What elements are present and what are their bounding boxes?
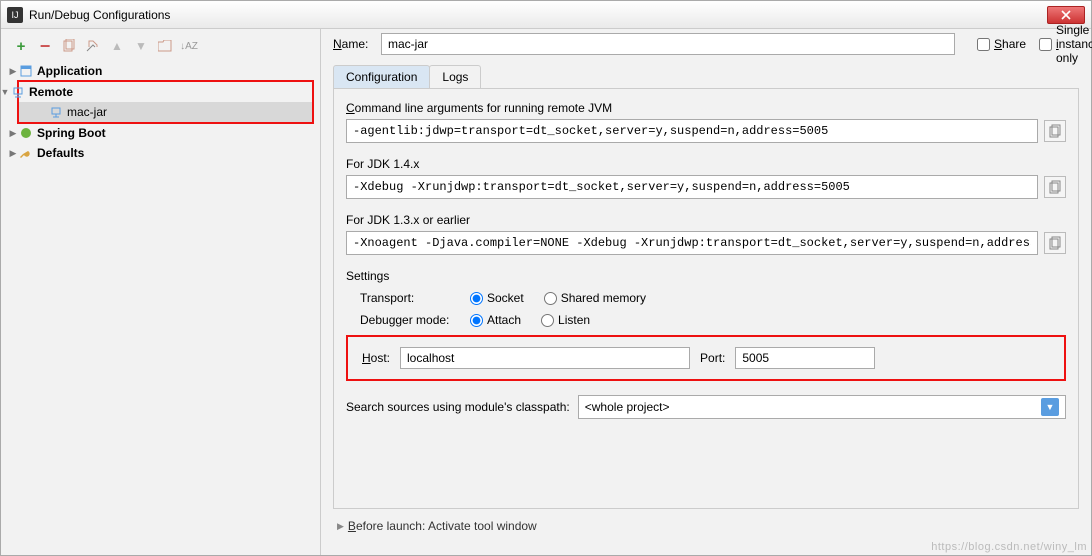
move-up-button[interactable]: ▲: [109, 38, 125, 54]
application-icon: [19, 64, 33, 78]
before-launch-section[interactable]: ▶ Before launch: Activate tool window: [333, 509, 1079, 543]
transport-socket-radio[interactable]: Socket: [470, 291, 524, 305]
tree-node-remote[interactable]: ▼ Remote: [7, 82, 312, 102]
folder-button[interactable]: [157, 38, 173, 54]
configuration-panel: Command line arguments for running remot…: [333, 89, 1079, 509]
copy-icon: [1049, 180, 1061, 194]
expand-arrow-icon: ▶: [337, 521, 344, 532]
tree-label: Application: [37, 64, 102, 78]
cmd-args-input[interactable]: [346, 119, 1038, 143]
close-button[interactable]: [1047, 6, 1085, 24]
jdk14-input[interactable]: [346, 175, 1038, 199]
debugger-row: Debugger mode: Attach Listen: [360, 313, 1066, 327]
tree-node-application[interactable]: ▶ Application: [1, 61, 320, 81]
tree-label: Defaults: [37, 146, 84, 160]
jdk14-group: For JDK 1.4.x: [346, 157, 1066, 199]
remote-config-icon: [49, 105, 63, 119]
tree-label: Remote: [29, 85, 73, 99]
sidebar: + − ▲ ▼ ↓AZ ▶ Application ▼: [1, 29, 321, 555]
copy-jdk13-button[interactable]: [1044, 232, 1066, 254]
main-split: + − ▲ ▼ ↓AZ ▶ Application ▼: [1, 29, 1091, 555]
port-label: Port:: [700, 351, 725, 365]
dialog-body: + − ▲ ▼ ↓AZ ▶ Application ▼: [1, 29, 1091, 555]
port-input[interactable]: [735, 347, 875, 369]
single-instance-label: Single instance only: [1056, 23, 1092, 65]
tree-node-defaults[interactable]: ▶ Defaults: [1, 143, 320, 163]
remote-icon: [11, 85, 25, 99]
name-row: Name: Share Single instance only: [333, 29, 1079, 59]
cmd-args-group: Command line arguments for running remot…: [346, 101, 1066, 143]
module-select-value: <whole project>: [585, 400, 670, 414]
copy-config-button[interactable]: [61, 38, 77, 54]
before-launch-label: Before launch: Activate tool window: [348, 519, 537, 533]
wrench-icon: [19, 146, 33, 160]
content-panel: Name: Share Single instance only Configu…: [321, 29, 1091, 555]
titlebar: IJ Run/Debug Configurations: [1, 1, 1091, 29]
tab-logs[interactable]: Logs: [429, 65, 481, 88]
cmd-args-label: Command line arguments for running remot…: [346, 101, 1066, 115]
share-checkbox-wrap[interactable]: Share: [977, 37, 1017, 51]
copy-cmd-button[interactable]: [1044, 120, 1066, 142]
debugger-attach-radio[interactable]: Attach: [470, 313, 521, 327]
share-label: Share: [994, 37, 1026, 51]
module-row: Search sources using module's classpath:…: [346, 395, 1066, 419]
single-instance-checkbox[interactable]: [1039, 38, 1052, 51]
host-label: Host:: [362, 351, 390, 365]
expand-arrow-icon: ▶: [7, 148, 19, 159]
transport-row: Transport: Socket Shared memory: [360, 291, 1066, 305]
module-label: Search sources using module's classpath:: [346, 400, 570, 414]
share-checkbox[interactable]: [977, 38, 990, 51]
name-input[interactable]: [381, 33, 955, 55]
jdk13-input[interactable]: [346, 231, 1038, 255]
window-title: Run/Debug Configurations: [29, 8, 1047, 22]
host-input[interactable]: [400, 347, 690, 369]
jdk13-group: For JDK 1.3.x or earlier: [346, 213, 1066, 255]
debugger-label: Debugger mode:: [360, 313, 470, 327]
tree-label: mac-jar: [67, 105, 107, 119]
app-icon: IJ: [7, 7, 23, 23]
name-label: Name:: [333, 37, 373, 51]
remove-config-button[interactable]: −: [37, 38, 53, 54]
close-icon: [1061, 10, 1071, 20]
tab-configuration[interactable]: Configuration: [333, 65, 430, 88]
expand-arrow-icon: ▶: [7, 66, 19, 77]
sort-button[interactable]: ↓AZ: [181, 38, 197, 54]
sidebar-toolbar: + − ▲ ▼ ↓AZ: [1, 31, 320, 61]
debugger-listen-radio[interactable]: Listen: [541, 313, 590, 327]
single-instance-checkbox-wrap[interactable]: Single instance only: [1039, 23, 1079, 65]
tabs: Configuration Logs: [333, 65, 1079, 89]
module-select[interactable]: <whole project> ▼: [578, 395, 1066, 419]
dropdown-arrow-icon: ▼: [1041, 398, 1059, 416]
tree-label: Spring Boot: [37, 126, 106, 140]
copy-icon: [1049, 236, 1061, 250]
dialog-window: IJ Run/Debug Configurations + − ▲ ▼ ↓AZ: [0, 0, 1092, 556]
copy-jdk14-button[interactable]: [1044, 176, 1066, 198]
collapse-arrow-icon: ▼: [1, 87, 11, 97]
jdk14-label: For JDK 1.4.x: [346, 157, 1066, 171]
transport-label: Transport:: [360, 291, 470, 305]
add-config-button[interactable]: +: [13, 38, 29, 54]
transport-shared-radio[interactable]: Shared memory: [544, 291, 646, 305]
jdk13-label: For JDK 1.3.x or earlier: [346, 213, 1066, 227]
highlight-annotation: ▼ Remote mac-jar: [17, 80, 314, 124]
watermark: https://blog.csdn.net/winy_lm: [931, 541, 1087, 553]
tree-node-mac-jar[interactable]: mac-jar: [19, 102, 312, 122]
expand-arrow-icon: ▶: [7, 128, 19, 139]
move-down-button[interactable]: ▼: [133, 38, 149, 54]
spring-icon: [19, 126, 33, 140]
save-config-button[interactable]: [85, 38, 101, 54]
tree-node-spring-boot[interactable]: ▶ Spring Boot: [1, 123, 320, 143]
host-port-highlight: Host: Port:: [346, 335, 1066, 381]
copy-icon: [1049, 124, 1061, 138]
settings-label: Settings: [346, 269, 1066, 283]
